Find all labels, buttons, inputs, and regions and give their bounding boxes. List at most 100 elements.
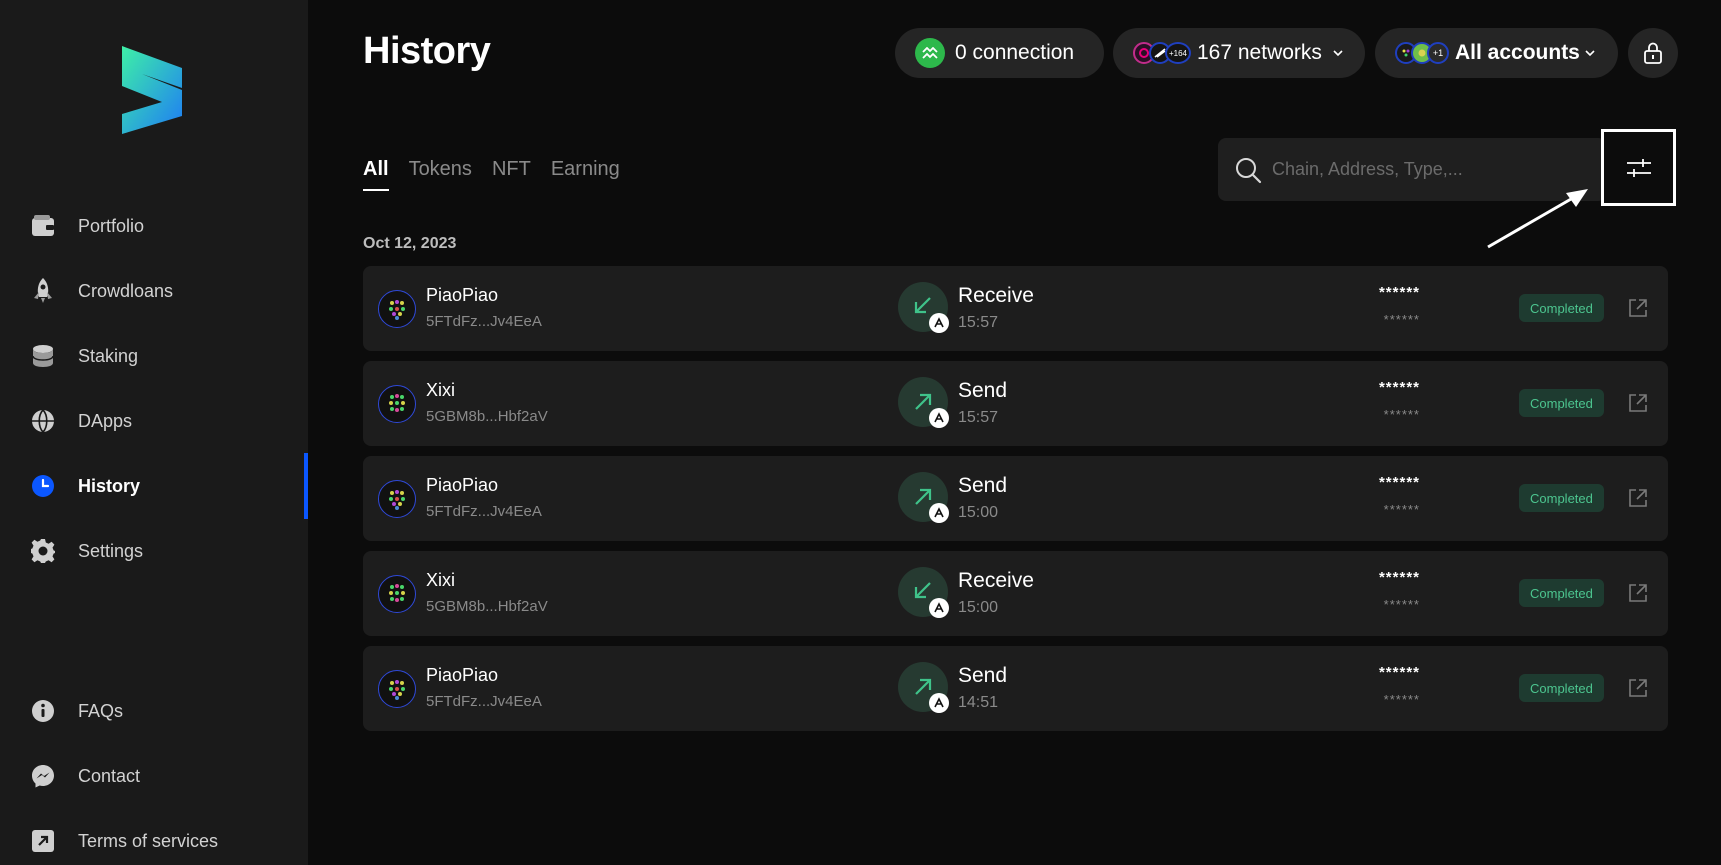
status-badge: Completed [1519,579,1604,607]
transaction-amount: ****** [1378,569,1420,586]
account-address: 5FTdFz...Jv4EeA [426,313,542,330]
sidebar-item-label: Staking [78,345,139,366]
rocket-icon [30,278,56,304]
coins-stack-icon [30,343,56,369]
sidebar-item-contact[interactable]: Contact [0,743,308,809]
external-link-icon[interactable] [1627,487,1649,509]
external-link-icon[interactable] [1627,392,1649,414]
filter-button[interactable] [1601,129,1676,206]
globe-icon [30,408,56,434]
more-networks-badge: +164 [1165,42,1191,64]
account-address: 5FTdFz...Jv4EeA [426,693,542,710]
info-icon [30,698,56,724]
wallet-icon [30,213,56,239]
accounts-label: All accounts [1455,41,1580,64]
transaction-row[interactable]: PiaoPiao 5FTdFz...Jv4EeA Send 15:00 ****… [363,456,1668,541]
gear-icon [30,538,56,564]
external-link-icon[interactable] [1627,582,1649,604]
history-tabs: All Tokens NFT Earning [363,158,620,191]
sidebar-item-label: Contact [78,765,141,786]
transaction-amount: ****** [1378,664,1420,681]
transaction-type: Receive [958,569,1034,592]
account-name: PiaoPiao [426,475,499,495]
external-link-icon[interactable] [1627,297,1649,319]
transaction-amount-fiat: ****** [1383,312,1420,327]
account-name: Xixi [426,570,456,590]
transaction-row[interactable]: Xixi 5GBM8b...Hbf2aV Receive 15:00 *****… [363,551,1668,636]
active-indicator [304,453,308,519]
lock-button[interactable] [1628,28,1678,78]
external-link-icon[interactable] [1627,677,1649,699]
more-accounts-badge: +1 [1427,42,1449,64]
chain-badge-icon [929,313,949,333]
sidebar-item-label: Settings [78,540,144,561]
sidebar-item-dapps[interactable]: DApps [0,388,308,454]
transaction-type: Send [958,379,1008,402]
chevron-down-icon [1585,50,1595,57]
sidebar-item-portfolio[interactable]: Portfolio [0,193,308,259]
transaction-time: 15:00 [958,599,999,616]
transaction-amount: ****** [1378,474,1420,491]
account-avatar [378,480,416,518]
transaction-row[interactable]: PiaoPiao 5FTdFz...Jv4EeA Send 14:51 ****… [363,646,1668,731]
annotation-arrow [1487,189,1588,249]
sidebar-item-settings[interactable]: Settings [0,518,308,584]
lock-icon [1644,42,1662,64]
transaction-amount: ****** [1378,284,1420,301]
account-name: PiaoPiao [426,285,499,305]
date-group-label: Oct 12, 2023 [363,235,457,252]
transaction-time: 14:51 [958,694,999,711]
sliders-icon [1626,158,1651,177]
transaction-row[interactable]: PiaoPiao 5FTdFz...Jv4EeA Receive 15:57 *… [363,266,1668,351]
sidebar-item-label: DApps [78,410,133,431]
tab-all[interactable]: All [363,158,389,191]
transaction-type: Send [958,474,1008,497]
subwallet-logo[interactable] [118,46,186,134]
sidebar-item-label: History [78,475,141,496]
chain-badge-icon [929,598,949,618]
transaction-type: Send [958,664,1008,687]
sidebar-item-history[interactable]: History [0,453,308,519]
transaction-type: Receive [958,284,1034,307]
transaction-amount-fiat: ****** [1383,407,1420,422]
networks-label: 167 networks [1197,41,1322,64]
account-name: Xixi [426,380,456,400]
account-avatar [378,575,416,613]
account-selector[interactable]: +1 All accounts [1375,28,1618,78]
sidebar-item-terms[interactable]: Terms of services [0,808,308,865]
transaction-amount: ****** [1378,379,1420,396]
connection-button[interactable]: 0 connection [895,28,1104,78]
tab-earning[interactable]: Earning [551,158,620,191]
sidebar-item-label: Portfolio [78,215,145,236]
transaction-time: 15:57 [958,314,999,331]
page-title: History [363,30,491,72]
account-address: 5FTdFz...Jv4EeA [426,503,542,520]
status-badge: Completed [1519,389,1604,417]
transaction-time: 15:00 [958,504,999,521]
account-name: PiaoPiao [426,665,499,685]
transaction-amount-fiat: ****** [1383,692,1420,707]
status-badge: Completed [1519,484,1604,512]
tab-tokens[interactable]: Tokens [409,158,472,191]
transaction-row[interactable]: Xixi 5GBM8b...Hbf2aV Send 15:57 ****** *… [363,361,1668,446]
sidebar: Portfolio Crowdloans Staking DApps Histo… [0,0,308,865]
sidebar-item-label: Terms of services [78,830,219,851]
sidebar-item-label: FAQs [78,700,124,721]
messenger-icon [30,763,56,789]
connection-label: 0 connection [955,41,1075,64]
chain-badge-icon [929,503,949,523]
transaction-amount-fiat: ****** [1383,597,1420,612]
account-avatar [378,290,416,328]
sidebar-item-faqs[interactable]: FAQs [0,678,308,744]
chevron-down-icon [1333,50,1343,57]
sidebar-item-staking[interactable]: Staking [0,323,308,389]
status-badge: Completed [1519,294,1604,322]
sidebar-item-crowdloans[interactable]: Crowdloans [0,258,308,324]
account-avatar [378,385,416,423]
account-address: 5GBM8b...Hbf2aV [426,598,548,615]
transaction-amount-fiat: ****** [1383,502,1420,517]
chain-badge-icon [929,408,949,428]
tab-nft[interactable]: NFT [492,158,531,191]
search-icon [1236,158,1262,184]
network-selector[interactable]: +164 167 networks [1113,28,1365,78]
